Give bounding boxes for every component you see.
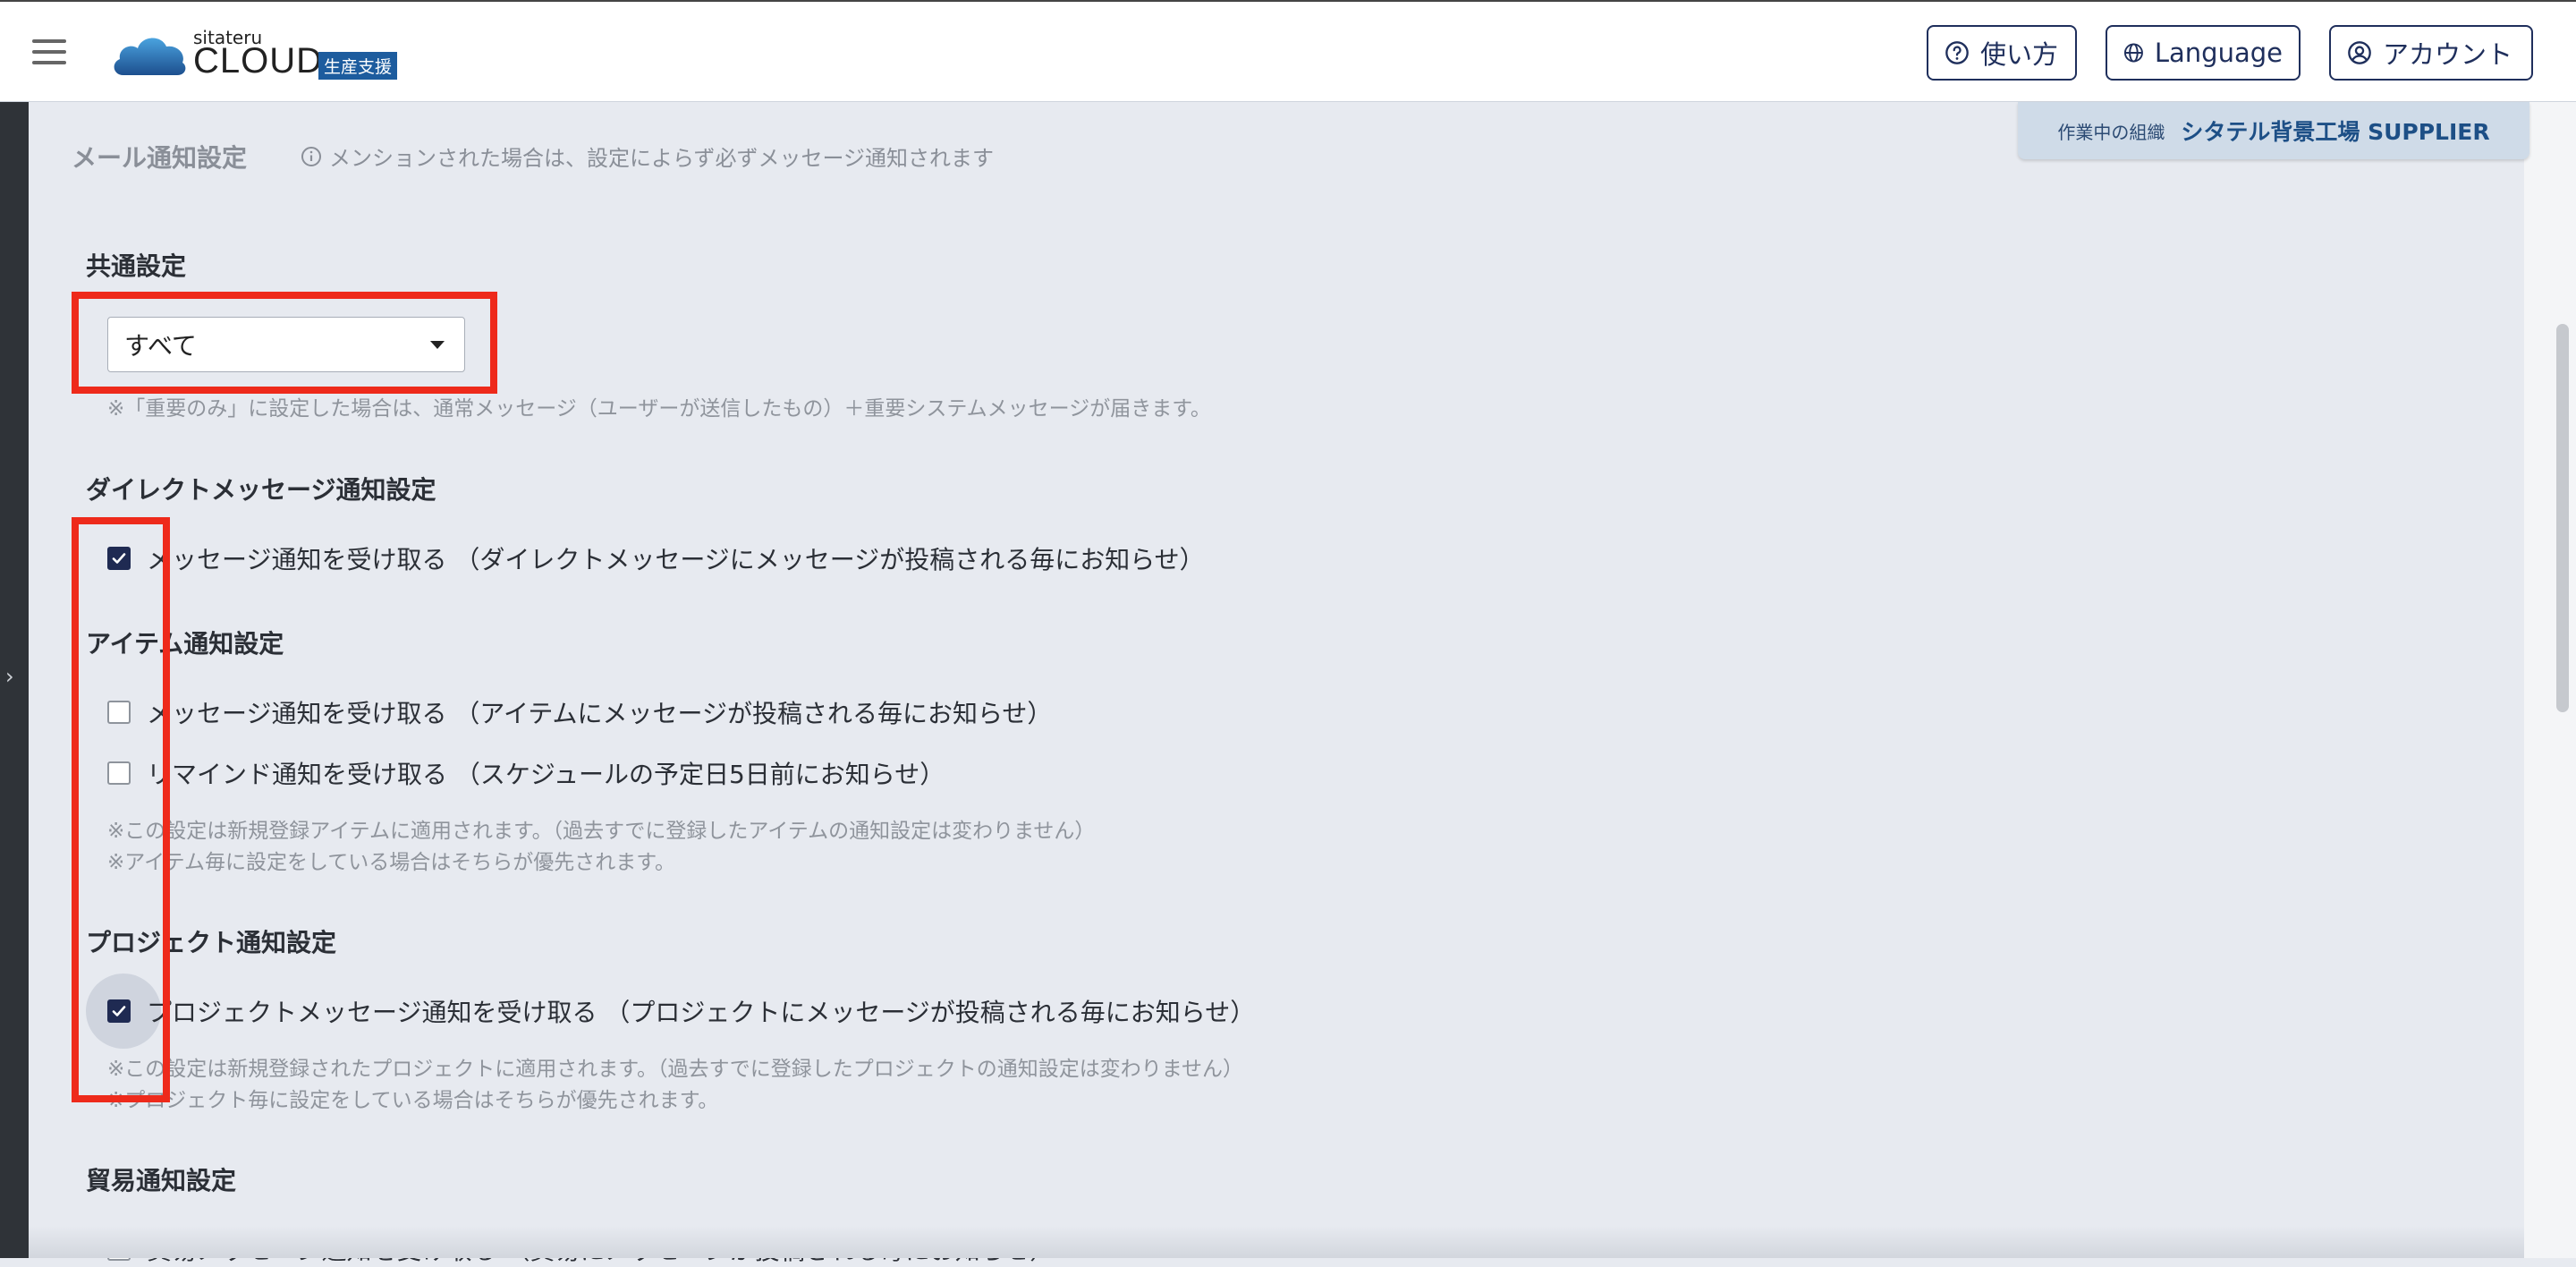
project-message-option[interactable]: プロジェクトメッセージ通知を受け取る （プロジェクトにメッセージが投稿される毎に… — [107, 993, 1255, 1029]
bottom-shadow — [29, 1226, 2524, 1258]
mention-notice: メンションされた場合は、設定によらず必ずメッセージ通知されます — [301, 140, 994, 172]
scrollbar-thumb[interactable] — [2556, 324, 2569, 712]
account-label: アカウント — [2383, 39, 2513, 70]
select-value: すべて — [124, 331, 197, 361]
item-settings-heading: アイテム通知設定 — [86, 629, 284, 659]
direct-message-option[interactable]: メッセージ通知を受け取る （ダイレクトメッセージにメッセージが投稿される毎にお知… — [107, 540, 1205, 576]
item-remind-checkbox[interactable] — [107, 761, 131, 785]
info-icon — [301, 146, 321, 166]
common-notification-select[interactable]: すべて — [107, 317, 465, 372]
language-label: Language — [2154, 38, 2283, 68]
hamburger-menu-icon[interactable] — [32, 39, 66, 64]
account-icon — [2348, 41, 2371, 64]
item-message-label: メッセージ通知を受け取る （アイテムにメッセージが投稿される毎にお知らせ） — [147, 699, 1053, 728]
globe-icon — [2123, 43, 2143, 63]
org-name: シタテル背景工場 SUPPLIER — [2181, 119, 2490, 145]
app-header: sitateru CLOUD 生産支援 使い方 Language アカウント — [0, 0, 2576, 102]
item-message-checkbox[interactable] — [107, 701, 131, 724]
language-button[interactable]: Language — [2106, 25, 2301, 81]
cloud-logo-icon — [114, 38, 186, 75]
direct-message-heading: ダイレクトメッセージ通知設定 — [86, 475, 436, 505]
account-button[interactable]: アカウント — [2329, 25, 2533, 81]
chevron-right-icon[interactable]: › — [5, 664, 14, 689]
item-note-1: ※この設定は新規登録アイテムに適用されます。（過去すでに登録したアイテムの通知設… — [107, 820, 1096, 843]
project-note-1: ※この設定は新規登録されたプロジェクトに適用されます。（過去すでに登録したプロジ… — [107, 1058, 1244, 1081]
direct-message-checkbox[interactable] — [107, 547, 131, 570]
logo-main-text: CLOUD — [193, 41, 324, 81]
caret-down-icon — [430, 341, 445, 349]
project-note-2: ※プロジェクト毎に設定をしている場合はそちらが優先されます。 — [107, 1089, 719, 1112]
sitateru-cloud-logo[interactable]: sitateru CLOUD 生産支援 — [111, 25, 415, 81]
logo-badge: 生産支援 — [318, 52, 398, 80]
collapsed-sidebar: › — [0, 102, 29, 1258]
help-button[interactable]: 使い方 — [1927, 25, 2077, 81]
org-label: 作業中の組織 — [2057, 121, 2165, 143]
item-message-option[interactable]: メッセージ通知を受け取る （アイテムにメッセージが投稿される毎にお知らせ） — [107, 694, 1052, 730]
check-icon — [112, 553, 126, 564]
direct-message-label: メッセージ通知を受け取る （ダイレクトメッセージにメッセージが投稿される毎にお知… — [147, 545, 1205, 574]
project-message-checkbox[interactable] — [107, 999, 131, 1023]
item-remind-label: リマインド通知を受け取る （スケジュールの予定日5日前にお知らせ） — [147, 760, 945, 789]
item-note-2: ※アイテム毎に設定をしている場合はそちらが優先されます。 — [107, 851, 675, 874]
project-message-label: プロジェクトメッセージ通知を受け取る （プロジェクトにメッセージが投稿される毎に… — [147, 998, 1256, 1027]
project-settings-heading: プロジェクト通知設定 — [86, 928, 337, 957]
common-note: ※「重要のみ」に設定した場合は、通常メッセージ（ユーザーが送信したもの）＋重要シ… — [107, 397, 1211, 421]
help-label: 使い方 — [1980, 39, 2059, 70]
current-organization-tab: 作業中の組織 シタテル背景工場 SUPPLIER — [2018, 102, 2529, 159]
mention-notice-text: メンションされた場合は、設定によらず必ずメッセージ通知されます — [329, 146, 995, 171]
page-title: メール通知設定 — [72, 143, 248, 173]
help-icon — [1945, 41, 1969, 64]
common-settings-heading: 共通設定 — [86, 251, 187, 281]
item-remind-option[interactable]: リマインド通知を受け取る （スケジュールの予定日5日前にお知らせ） — [107, 755, 945, 791]
check-icon — [112, 1006, 126, 1016]
trade-settings-heading: 貿易通知設定 — [86, 1166, 237, 1195]
